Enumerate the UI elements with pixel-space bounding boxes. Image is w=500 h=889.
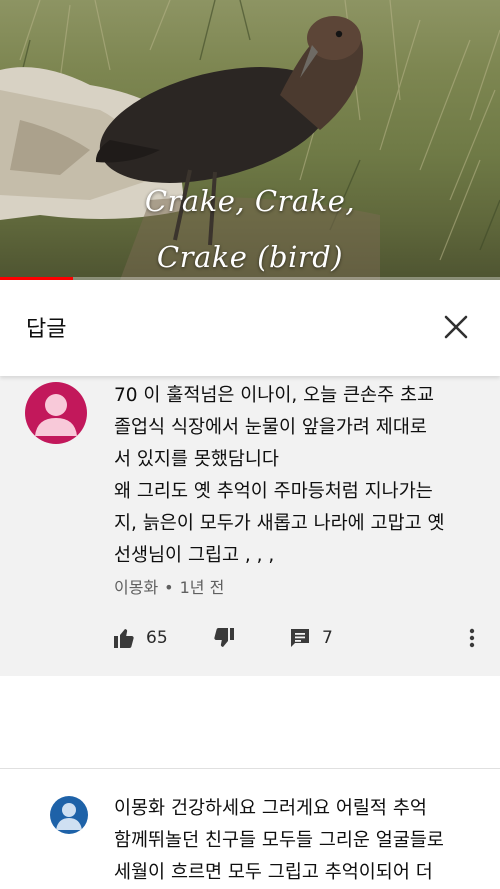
comment-meta: 이몽화 • 1년 전: [114, 574, 224, 598]
more-vert-icon: [469, 628, 475, 648]
meta-separator: •: [164, 578, 174, 597]
thumb-up-icon: [114, 629, 134, 648]
comment-text: 70 이 훌적넘은 이나이, 오늘 큰손주 초교 졸업식 식장에서 눈물이 앞을…: [114, 385, 445, 566]
more-options-button[interactable]: [462, 620, 482, 656]
comment-time: 1년 전: [179, 578, 225, 597]
reply-avatar[interactable]: [50, 796, 88, 834]
reply-count-button[interactable]: 7: [288, 620, 333, 656]
close-icon: [444, 315, 468, 339]
reply-text: 이몽화 건강하세요 그러게요 어릴적 추억 함께뛰놀던 친구들 모두들 그리운 …: [114, 798, 444, 883]
replies-title: 답글: [26, 317, 67, 342]
comment-icon: [291, 629, 309, 647]
dislike-button[interactable]: [212, 620, 236, 656]
close-button[interactable]: [436, 307, 476, 347]
reply-count: 7: [322, 628, 333, 648]
parent-comment: 70 이 훌적넘은 이나이, 오늘 큰손주 초교 졸업식 식장에서 눈물이 앞을…: [0, 376, 500, 676]
thumb-down-icon: [214, 628, 234, 647]
blank-spacer: [0, 676, 500, 768]
comment-author[interactable]: 이몽화: [114, 578, 158, 597]
avatar[interactable]: [25, 382, 87, 444]
default-avatar-icon: [56, 803, 82, 830]
video-frame-bird: [0, 0, 500, 280]
comment-actions: 65 7: [0, 620, 500, 656]
like-button[interactable]: 65: [112, 620, 168, 656]
replies-header: 답글: [0, 280, 500, 376]
default-avatar-icon: [35, 394, 77, 436]
video-caption-line-2: Crake (bird): [156, 240, 344, 274]
video-player[interactable]: Crake, Crake, Crake (bird): [0, 0, 500, 280]
divider: [0, 768, 500, 769]
video-caption-line-1: Crake, Crake,: [144, 184, 356, 218]
like-count: 65: [146, 628, 168, 648]
